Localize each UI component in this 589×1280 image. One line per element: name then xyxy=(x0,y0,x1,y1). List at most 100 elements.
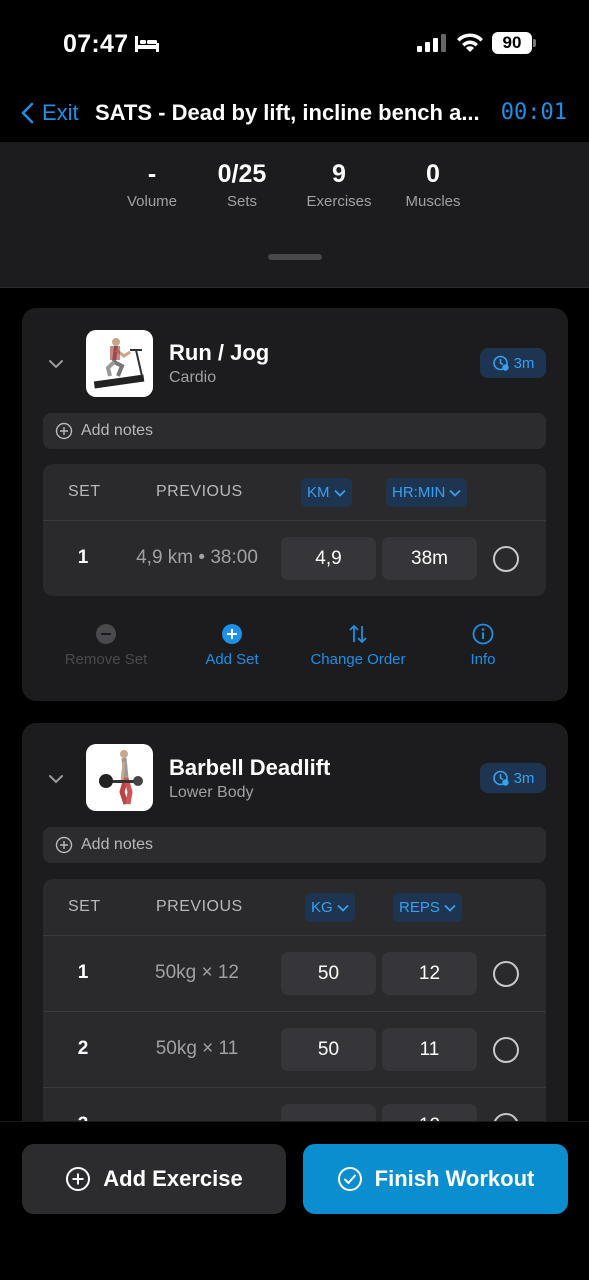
finish-workout-label: Finish Workout xyxy=(374,1166,535,1191)
stat-value: 0 xyxy=(426,160,440,188)
remove-set-label: Remove Set xyxy=(64,651,148,668)
stat-label: Volume xyxy=(126,193,178,210)
drag-handle[interactable] xyxy=(268,254,322,260)
info-label: Info xyxy=(470,651,496,668)
weight-input[interactable]: 50 xyxy=(281,952,376,995)
chevron-down-icon xyxy=(444,904,456,912)
distance-input[interactable]: 4,9 xyxy=(281,537,376,580)
set-row: 1 50kg × 12 50 12 xyxy=(43,936,546,1012)
notes-placeholder: Add notes xyxy=(81,422,154,439)
complete-set-checkbox[interactable] xyxy=(493,961,519,987)
notes-placeholder: Add notes xyxy=(81,836,154,853)
previous-value[interactable]: 50kg × 12 xyxy=(123,962,271,984)
previous-value[interactable]: 4,9 km • 38:00 xyxy=(123,547,271,569)
workout-title[interactable]: SATS - Dead by lift, incline bench a... xyxy=(95,100,490,126)
complete-set-checkbox[interactable] xyxy=(493,1037,519,1063)
col-previous: PREVIOUS xyxy=(156,898,243,915)
minus-circle-icon xyxy=(96,624,116,644)
set-actions: Remove Set Add Set Change Order Info xyxy=(22,623,568,683)
stat-volume: - Volume xyxy=(112,160,192,210)
rest-timer-button[interactable]: 3m xyxy=(480,348,546,378)
bottom-action-bar: Add Exercise Finish Workout xyxy=(0,1121,589,1280)
previous-value[interactable]: 50kg × 11 xyxy=(123,1038,271,1060)
stat-label: Sets xyxy=(226,193,257,210)
plus-circle-icon xyxy=(55,422,73,440)
stat-value: - xyxy=(147,160,157,188)
duration-input[interactable]: 38m xyxy=(382,537,477,580)
plus-circle-icon xyxy=(55,836,73,854)
reps-input[interactable]: 12 xyxy=(382,952,477,995)
exercise-card-barbell-deadlift: Barbell Deadlift Lower Body 3m Add notes… xyxy=(22,723,568,1169)
unit-label: HR:MIN xyxy=(392,484,446,501)
set-number[interactable]: 2 xyxy=(75,1038,91,1060)
unit-dropdown-time[interactable]: HR:MIN xyxy=(386,478,468,507)
col-set: SET xyxy=(68,483,101,500)
finish-workout-button[interactable]: Finish Workout xyxy=(303,1144,568,1214)
sets-table-header: SET PREVIOUS KG REPS xyxy=(43,879,546,936)
cellular-signal-icon xyxy=(417,34,446,52)
info-button[interactable]: Info xyxy=(420,623,546,668)
add-exercise-label: Add Exercise xyxy=(103,1166,243,1191)
set-number[interactable]: 1 xyxy=(75,962,91,984)
sleep-mode-icon xyxy=(135,36,159,52)
nav-bar: Exit SATS - Dead by lift, incline bench … xyxy=(0,88,589,142)
stat-label: Exercises xyxy=(306,193,372,210)
status-time: 07:47 xyxy=(63,30,129,58)
battery-level: 90 xyxy=(492,32,532,54)
timer-icon xyxy=(492,355,509,371)
workout-summary: - Volume 0/25 Sets 9 Exercises 0 Muscles xyxy=(0,142,589,288)
set-row: 1 4,9 km • 38:00 4,9 38m xyxy=(43,521,546,596)
stat-value: 9 xyxy=(332,160,346,188)
chevron-down-icon xyxy=(333,489,346,497)
stat-label: Muscles xyxy=(405,193,461,210)
exercise-name[interactable]: Run / Jog xyxy=(169,340,269,366)
info-icon xyxy=(472,623,494,645)
rest-timer-button[interactable]: 3m xyxy=(480,763,546,793)
stat-sets: 0/25 Sets xyxy=(202,160,282,210)
exit-button[interactable]: Exit xyxy=(20,100,79,126)
workout-timer: 00:01 xyxy=(500,100,567,125)
sets-table-header: SET PREVIOUS KM HR:MIN xyxy=(43,464,546,521)
unit-dropdown-km[interactable]: KM xyxy=(301,478,352,507)
stat-muscles: 0 Muscles xyxy=(393,160,473,210)
remove-set-button[interactable]: Remove Set xyxy=(43,623,169,668)
unit-dropdown-kg[interactable]: KG xyxy=(305,893,355,922)
chevron-left-icon xyxy=(21,102,34,124)
set-number[interactable]: 1 xyxy=(75,547,91,569)
col-set: SET xyxy=(68,898,101,915)
add-notes-field[interactable]: Add notes xyxy=(43,827,546,863)
timer-icon xyxy=(492,770,509,786)
exercise-card-run-jog: Run / Jog Cardio 3m Add notes SET PREVIO… xyxy=(22,308,568,701)
deadlift-figure-image xyxy=(99,750,143,805)
rest-time: 3m xyxy=(513,769,535,787)
chevron-down-icon[interactable] xyxy=(48,773,64,785)
treadmill-runner-image xyxy=(93,338,145,389)
unit-label: KG xyxy=(311,899,333,916)
add-exercise-button[interactable]: Add Exercise xyxy=(22,1144,286,1214)
weight-input[interactable]: 50 xyxy=(281,1028,376,1071)
rest-time: 3m xyxy=(513,354,535,372)
complete-set-checkbox[interactable] xyxy=(493,546,519,572)
exercise-thumbnail[interactable] xyxy=(86,744,153,811)
chevron-down-icon[interactable] xyxy=(48,358,64,370)
unit-label: REPS xyxy=(399,899,440,916)
exercise-category: Lower Body xyxy=(169,784,254,801)
plus-circle-icon xyxy=(66,1167,91,1191)
set-row: 2 50kg × 11 50 11 xyxy=(43,1012,546,1088)
change-order-button[interactable]: Change Order xyxy=(295,623,421,668)
exercise-thumbnail[interactable] xyxy=(86,330,153,397)
exercise-name[interactable]: Barbell Deadlift xyxy=(169,755,330,781)
wifi-icon xyxy=(457,33,483,52)
add-notes-field[interactable]: Add notes xyxy=(43,413,546,449)
exit-label: Exit xyxy=(42,100,79,125)
chevron-down-icon xyxy=(449,489,461,497)
reorder-arrows-icon xyxy=(349,624,367,644)
plus-circle-icon xyxy=(222,624,242,644)
reps-input[interactable]: 11 xyxy=(382,1028,477,1071)
unit-dropdown-reps[interactable]: REPS xyxy=(393,893,462,922)
sets-table: SET PREVIOUS KM HR:MIN 1 4,9 km • 38:00 … xyxy=(43,464,546,596)
battery-icon: 90 xyxy=(492,32,536,54)
add-set-button[interactable]: Add Set xyxy=(169,623,295,668)
unit-label: KM xyxy=(307,484,330,501)
col-previous: PREVIOUS xyxy=(156,483,243,500)
